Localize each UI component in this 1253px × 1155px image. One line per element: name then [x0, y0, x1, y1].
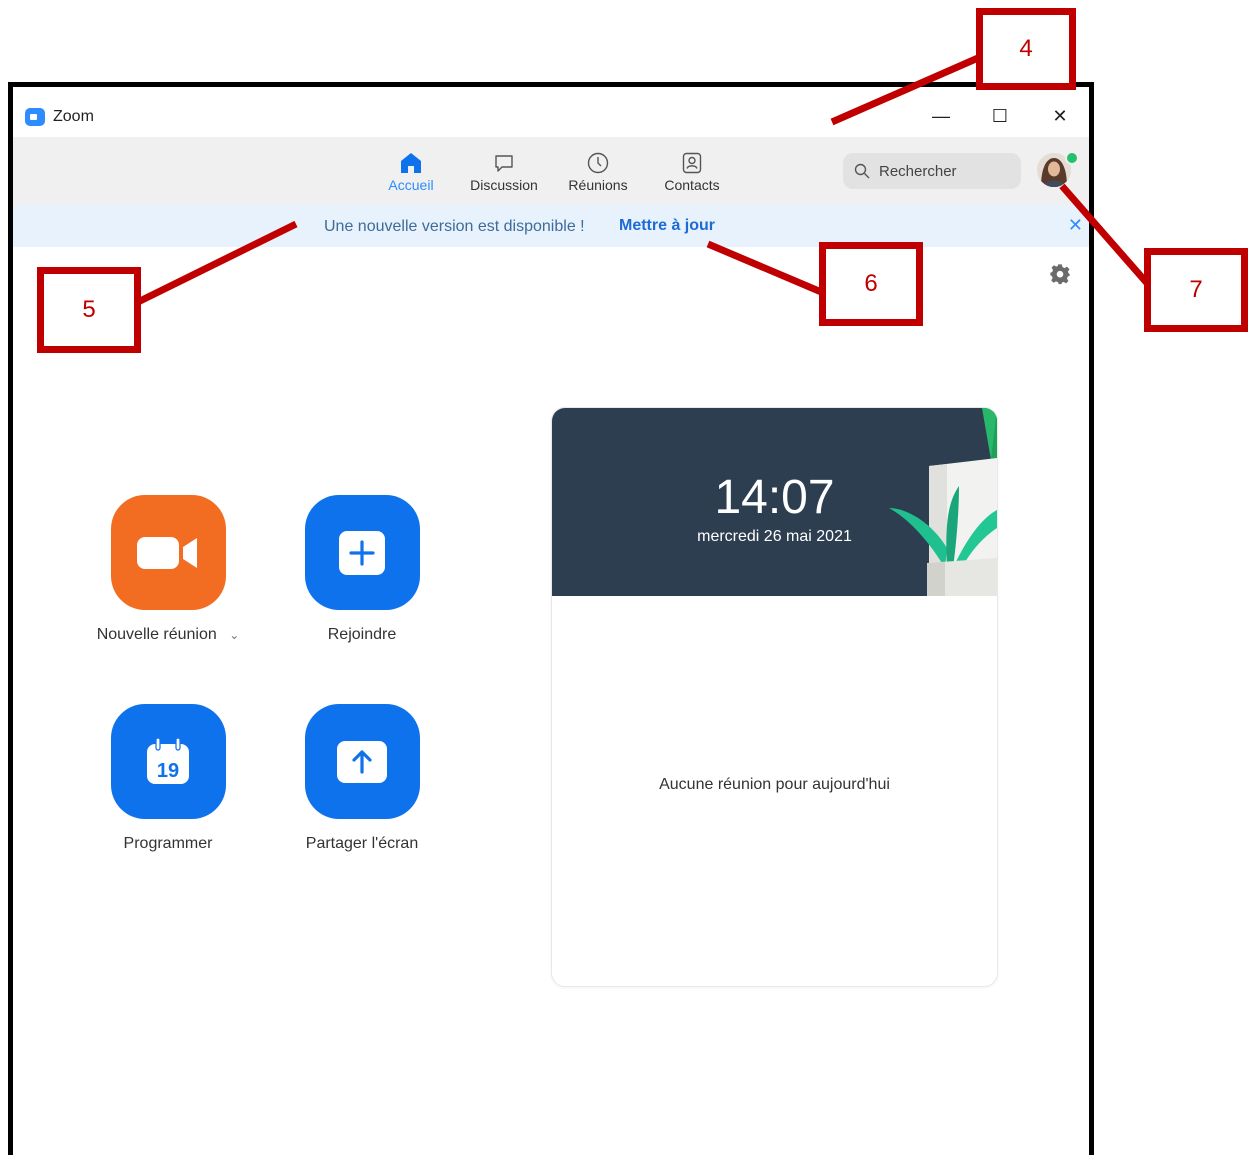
clock-icon: [587, 152, 609, 174]
callout-5: 5: [37, 267, 141, 353]
home-icon: [401, 153, 421, 173]
tab-contacts[interactable]: Contacts: [646, 151, 738, 195]
schedule-label: Programmer: [123, 835, 213, 852]
join-action[interactable]: Rejoindre: [277, 495, 447, 644]
tab-accueil[interactable]: Accueil: [365, 151, 457, 195]
tab-label: Réunions: [568, 177, 628, 193]
current-time: 14:07: [714, 471, 835, 524]
maximize-button[interactable]: ☐: [980, 99, 1020, 133]
upcoming-meetings-card: 14:07 mercredi 26 mai 2021 Aucune réunio…: [551, 407, 998, 987]
title-bar: Zoom — ☐ ✕: [13, 87, 1089, 137]
video-camera-icon: [137, 536, 197, 569]
new-meeting-label: Nouvelle réunion: [96, 626, 217, 643]
tab-reunions[interactable]: Réunions: [552, 151, 644, 195]
zoom-logo-icon: [25, 108, 45, 126]
update-link[interactable]: Mettre à jour: [619, 217, 715, 235]
card-header: 14:07 mercredi 26 mai 2021: [552, 408, 997, 596]
new-meeting-button[interactable]: [110, 495, 226, 610]
tab-label: Accueil: [388, 177, 434, 193]
search-box[interactable]: Rechercher: [843, 153, 1021, 189]
callout-7: 7: [1144, 248, 1248, 332]
banner-close-button[interactable]: ✕: [1068, 215, 1083, 236]
callout-6: 6: [819, 242, 923, 326]
chevron-down-icon[interactable]: ⌄: [229, 628, 239, 642]
join-label: Rejoindre: [327, 626, 397, 643]
minimize-button[interactable]: —: [921, 99, 961, 133]
chat-icon: [495, 155, 513, 172]
share-screen-label: Partager l'écran: [305, 835, 419, 852]
no-meetings-message: Aucune réunion pour aujourd'hui: [659, 776, 890, 793]
contacts-icon: [682, 152, 702, 174]
presence-status-dot: [1065, 151, 1079, 165]
plus-icon: [339, 530, 385, 575]
current-date: mercredi 26 mai 2021: [697, 528, 852, 545]
calendar-icon: 19: [147, 736, 189, 784]
join-button[interactable]: [304, 495, 420, 610]
new-meeting-action[interactable]: Nouvelle réunion ⌄: [83, 495, 253, 644]
tab-discussion[interactable]: Discussion: [458, 151, 550, 195]
calendar-day: 19: [157, 760, 179, 782]
schedule-action[interactable]: 19 Programmer: [83, 704, 253, 853]
update-banner: Une nouvelle version est disponible ! Me…: [13, 205, 1089, 247]
tab-label: Contacts: [664, 177, 720, 193]
schedule-button[interactable]: 19: [110, 704, 226, 819]
close-window-button[interactable]: ✕: [1040, 99, 1080, 133]
search-icon: [854, 163, 870, 179]
tab-label: Discussion: [470, 177, 538, 193]
search-placeholder: Rechercher: [879, 162, 957, 180]
zoom-window: Zoom — ☐ ✕ Accueil Discussion Réunions C…: [8, 82, 1094, 1155]
callout-4: 4: [976, 8, 1076, 90]
upload-arrow-icon: [337, 740, 387, 783]
share-screen-button[interactable]: [304, 704, 420, 819]
share-screen-action[interactable]: Partager l'écran: [277, 704, 447, 853]
update-message: Une nouvelle version est disponible !: [324, 218, 585, 235]
app-title: Zoom: [53, 108, 94, 125]
settings-gear-icon[interactable]: [1049, 263, 1071, 285]
